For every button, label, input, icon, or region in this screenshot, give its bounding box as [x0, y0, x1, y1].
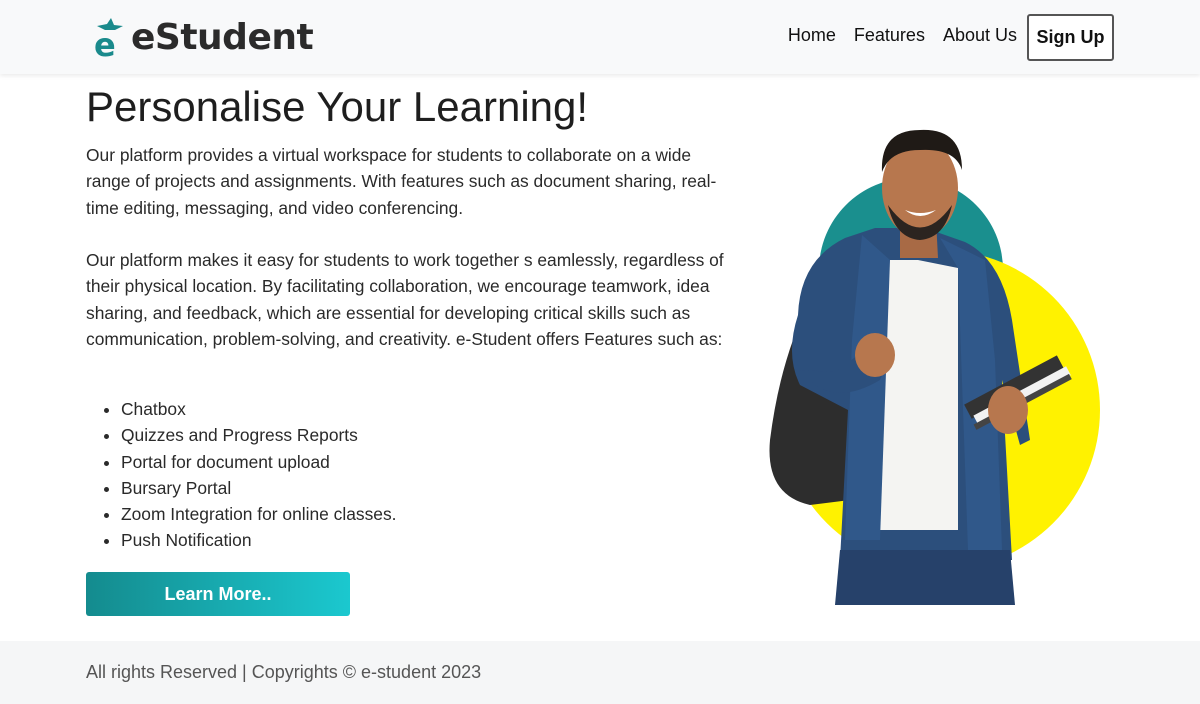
feature-item-push-notification: Push Notification [121, 527, 397, 553]
nav-link-home[interactable]: Home [788, 24, 836, 46]
student-hero-illustration [769, 129, 1100, 605]
svg-text:e: e [94, 26, 116, 60]
footer: All rights Reserved | Copyrights © e-stu… [0, 641, 1200, 704]
nav-links: Home Features About Us Sign Up [788, 13, 1114, 61]
navbar: e eStudent Home Features About Us Sign U… [0, 0, 1200, 74]
feature-item-quizzes: Quizzes and Progress Reports [121, 422, 397, 448]
hero-title: Personalise Your Learning! [86, 83, 589, 130]
feature-item-document-upload: Portal for document upload [121, 449, 397, 475]
feature-item-bursary-portal: Bursary Portal [121, 475, 397, 501]
hero-paragraph-2: Our platform makes it easy for students … [86, 250, 724, 349]
hero-paragraph-1: Our platform provides a virtual workspac… [86, 145, 717, 218]
feature-list: Chatbox Quizzes and Progress Reports Por… [86, 396, 397, 554]
copyright-text: All rights Reserved | Copyrights © e-stu… [86, 662, 482, 682]
brand-logo-link[interactable]: e eStudent [93, 16, 314, 60]
sign-up-button[interactable]: Sign Up [1027, 13, 1114, 61]
nav-link-features[interactable]: Features [854, 24, 925, 46]
learn-more-button[interactable]: Learn More.. [86, 572, 350, 616]
feature-item-zoom-integration: Zoom Integration for online classes. [121, 501, 397, 527]
brand-name: eStudent [131, 17, 314, 58]
graduation-cap-logo-icon: e [94, 18, 123, 60]
nav-link-about-us[interactable]: About Us [943, 24, 1017, 46]
feature-item-chatbox: Chatbox [121, 396, 397, 422]
